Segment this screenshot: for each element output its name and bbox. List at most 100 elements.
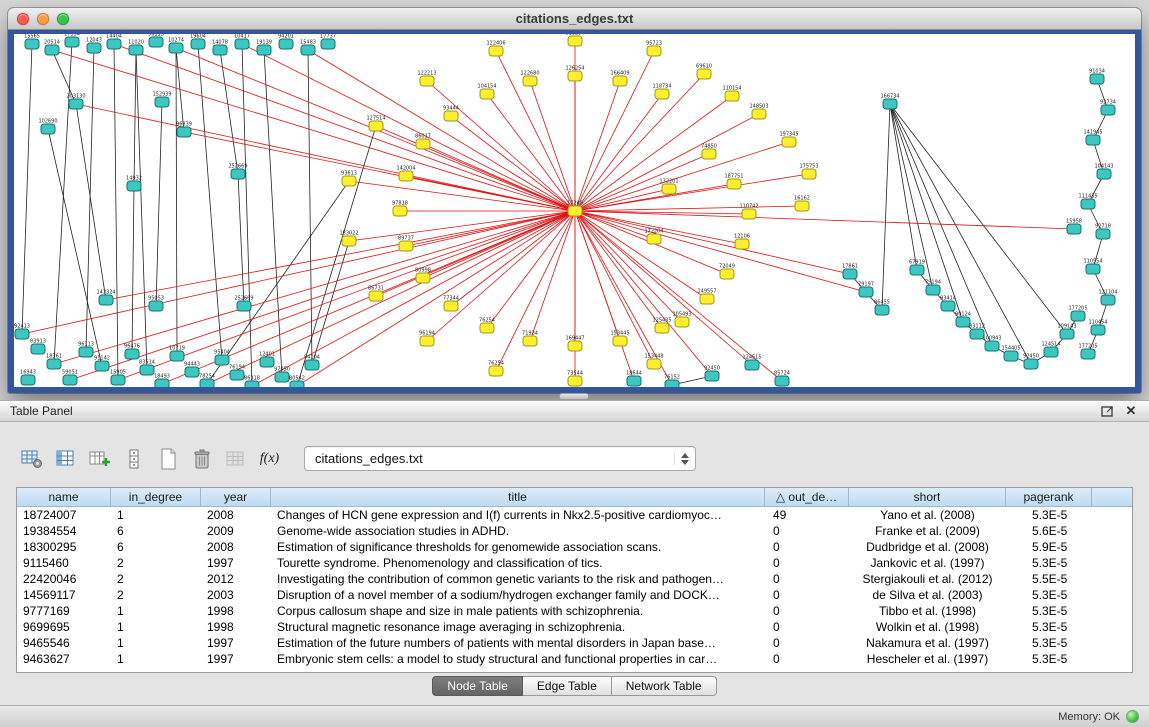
table-row[interactable]: 14569117 2 2003 Disruption of a novel me… [17, 587, 1132, 603]
graph-node[interactable]: 111435 [1078, 194, 1097, 210]
graph-node[interactable]: 92718 [1095, 224, 1111, 240]
zoom-window-button[interactable] [57, 13, 69, 25]
graph-node[interactable]: 83514 [139, 360, 155, 376]
graph-node[interactable]: 127514 [366, 116, 385, 132]
graph-node[interactable]: 203130 [66, 94, 85, 110]
graph-node[interactable]: 19604 [190, 34, 206, 49]
tab-network-table[interactable]: Network Table [612, 676, 717, 696]
column-header-in-degree[interactable]: in_degree [111, 488, 201, 506]
graph-node[interactable]: 92413 [14, 324, 30, 340]
graph-node[interactable]: 12106 [734, 234, 750, 250]
graph-node[interactable]: 18493 [154, 374, 170, 388]
table-selector-dropdown[interactable]: citations_edges.txt [304, 446, 696, 471]
graph-node[interactable]: 153448 [644, 354, 663, 370]
table-mode-icon[interactable] [18, 445, 45, 472]
graph-node[interactable]: 14932 [126, 176, 142, 192]
minimize-window-button[interactable] [37, 13, 49, 25]
import-table-icon[interactable] [222, 445, 249, 472]
graph-node[interactable]: 17737 [320, 34, 336, 49]
graph-node[interactable]: 78254 [199, 374, 215, 388]
graph-node[interactable]: 15483 [300, 40, 316, 56]
graph-node[interactable]: 17861 [842, 264, 858, 280]
graph-node[interactable]: 95053 [148, 296, 164, 312]
graph-node[interactable]: 59051 [62, 370, 78, 386]
graph-node[interactable]: 154405 [1001, 346, 1020, 362]
graph-node[interactable]: 175753 [799, 164, 818, 180]
graph-node[interactable]: 95723 [646, 41, 662, 57]
table-row[interactable]: 9777169 1 1998 Corpus callosum shape and… [17, 603, 1132, 619]
graph-node[interactable]: 95404 [214, 350, 230, 366]
create-column-icon[interactable] [86, 445, 113, 472]
tab-edge-table[interactable]: Edge Table [523, 676, 612, 696]
graph-node[interactable]: 76254 [488, 361, 504, 377]
graph-node[interactable]: 10417 [234, 34, 250, 49]
graph-node[interactable]: 86731 [368, 286, 384, 302]
graph-node[interactable]: 110454 [1088, 320, 1107, 336]
show-columns-icon[interactable] [52, 445, 79, 472]
graph-node[interactable]: 15905 [110, 370, 126, 386]
function-builder-icon[interactable]: f(x) [256, 445, 283, 472]
network-canvas[interactable]: 1724911873416640912625412268010415493444… [14, 34, 1135, 387]
graph-node[interactable]: 118734 [652, 84, 671, 100]
graph-node[interactable]: 110742 [739, 204, 758, 220]
graph-node[interactable]: 125435 [652, 318, 671, 334]
graph-node[interactable]: 92734 [1100, 100, 1116, 116]
graph-node[interactable]: 148503 [749, 104, 768, 120]
graph-node[interactable]: 77344 [443, 296, 459, 312]
graph-node[interactable]: 187751 [724, 174, 743, 190]
graph-node[interactable]: 79194 [925, 280, 941, 296]
graph-node[interactable]: 172204 [644, 229, 663, 245]
graph-node[interactable]: 152939 [152, 92, 171, 108]
graph-node[interactable]: 91142 [94, 356, 110, 372]
table-row[interactable]: 18300295 6 2008 Estimation of significan… [17, 539, 1132, 555]
graph-node[interactable]: 121104 [1098, 290, 1117, 306]
graph-node[interactable]: 166409 [610, 71, 629, 87]
new-file-icon[interactable] [154, 445, 181, 472]
graph-node[interactable]: 76194 [229, 365, 245, 381]
graph-node[interactable]: 72049 [719, 264, 735, 280]
column-header-title[interactable]: title [271, 488, 765, 506]
graph-node[interactable]: 252669 [234, 296, 253, 312]
graph-node[interactable]: 91034 [1089, 69, 1105, 85]
graph-node[interactable]: 96839 [176, 122, 192, 138]
graph-node[interactable]: 96113 [78, 342, 94, 358]
graph-node[interactable]: 149557 [697, 289, 716, 305]
graph-node[interactable]: 122406 [486, 41, 505, 57]
graph-node[interactable]: 74850 [701, 144, 717, 160]
table-row[interactable]: 9699695 1 1998 Structural magnetic reson… [17, 619, 1132, 635]
window-titlebar[interactable]: citations_edges.txt [8, 8, 1141, 30]
graph-node[interactable]: 76152 [664, 375, 680, 388]
column-header-short[interactable]: short [849, 488, 1006, 506]
graph-node[interactable]: 85724 [774, 371, 790, 387]
tab-node-table[interactable]: Node Table [432, 676, 523, 696]
column-header-pagerank[interactable]: pagerank [1006, 488, 1092, 506]
graph-node[interactable]: 76254 [479, 318, 495, 334]
graph-node[interactable]: 79197 [858, 282, 874, 298]
graph-node[interactable]: 93444 [443, 106, 459, 122]
graph-node[interactable]: 96194 [419, 331, 435, 347]
graph-node[interactable]: 818304 [565, 34, 584, 46]
graph-node[interactable]: 169447 [565, 336, 584, 352]
graph-node[interactable]: 153445 [610, 331, 629, 347]
graph-node[interactable]: 93414 [940, 296, 956, 312]
graph-node[interactable]: 126254 [565, 66, 584, 82]
graph-node[interactable]: 122213 [417, 71, 436, 87]
graph-node[interactable]: 100943 [982, 336, 1001, 352]
graph-node[interactable]: 143324 [96, 290, 115, 306]
graph-node[interactable]: 124514 [1041, 342, 1060, 358]
graph-node[interactable]: 73544 [567, 371, 583, 387]
graph-node[interactable]: 104154 [477, 84, 496, 100]
table-row[interactable]: 18724007 1 2008 Changes of HCN gene expr… [17, 507, 1132, 523]
graph-node[interactable]: 92450 [704, 366, 720, 382]
graph-node[interactable]: 18361 [46, 354, 62, 370]
graph-node[interactable]: 110554 [1083, 259, 1102, 275]
graph-node[interactable]: 69610 [696, 64, 712, 80]
graph-node[interactable]: 124515 [742, 355, 761, 371]
graph-node[interactable]: 80542 [289, 376, 305, 388]
graph-node[interactable]: 14404 [106, 34, 122, 49]
graph-node[interactable]: 93613 [341, 171, 357, 187]
graph-node[interactable]: 177205 [1068, 306, 1087, 322]
graph-node[interactable]: 17394 [64, 34, 80, 47]
graph-node[interactable]: 67919 [909, 260, 925, 276]
graph-node[interactable]: 10274 [168, 38, 184, 54]
